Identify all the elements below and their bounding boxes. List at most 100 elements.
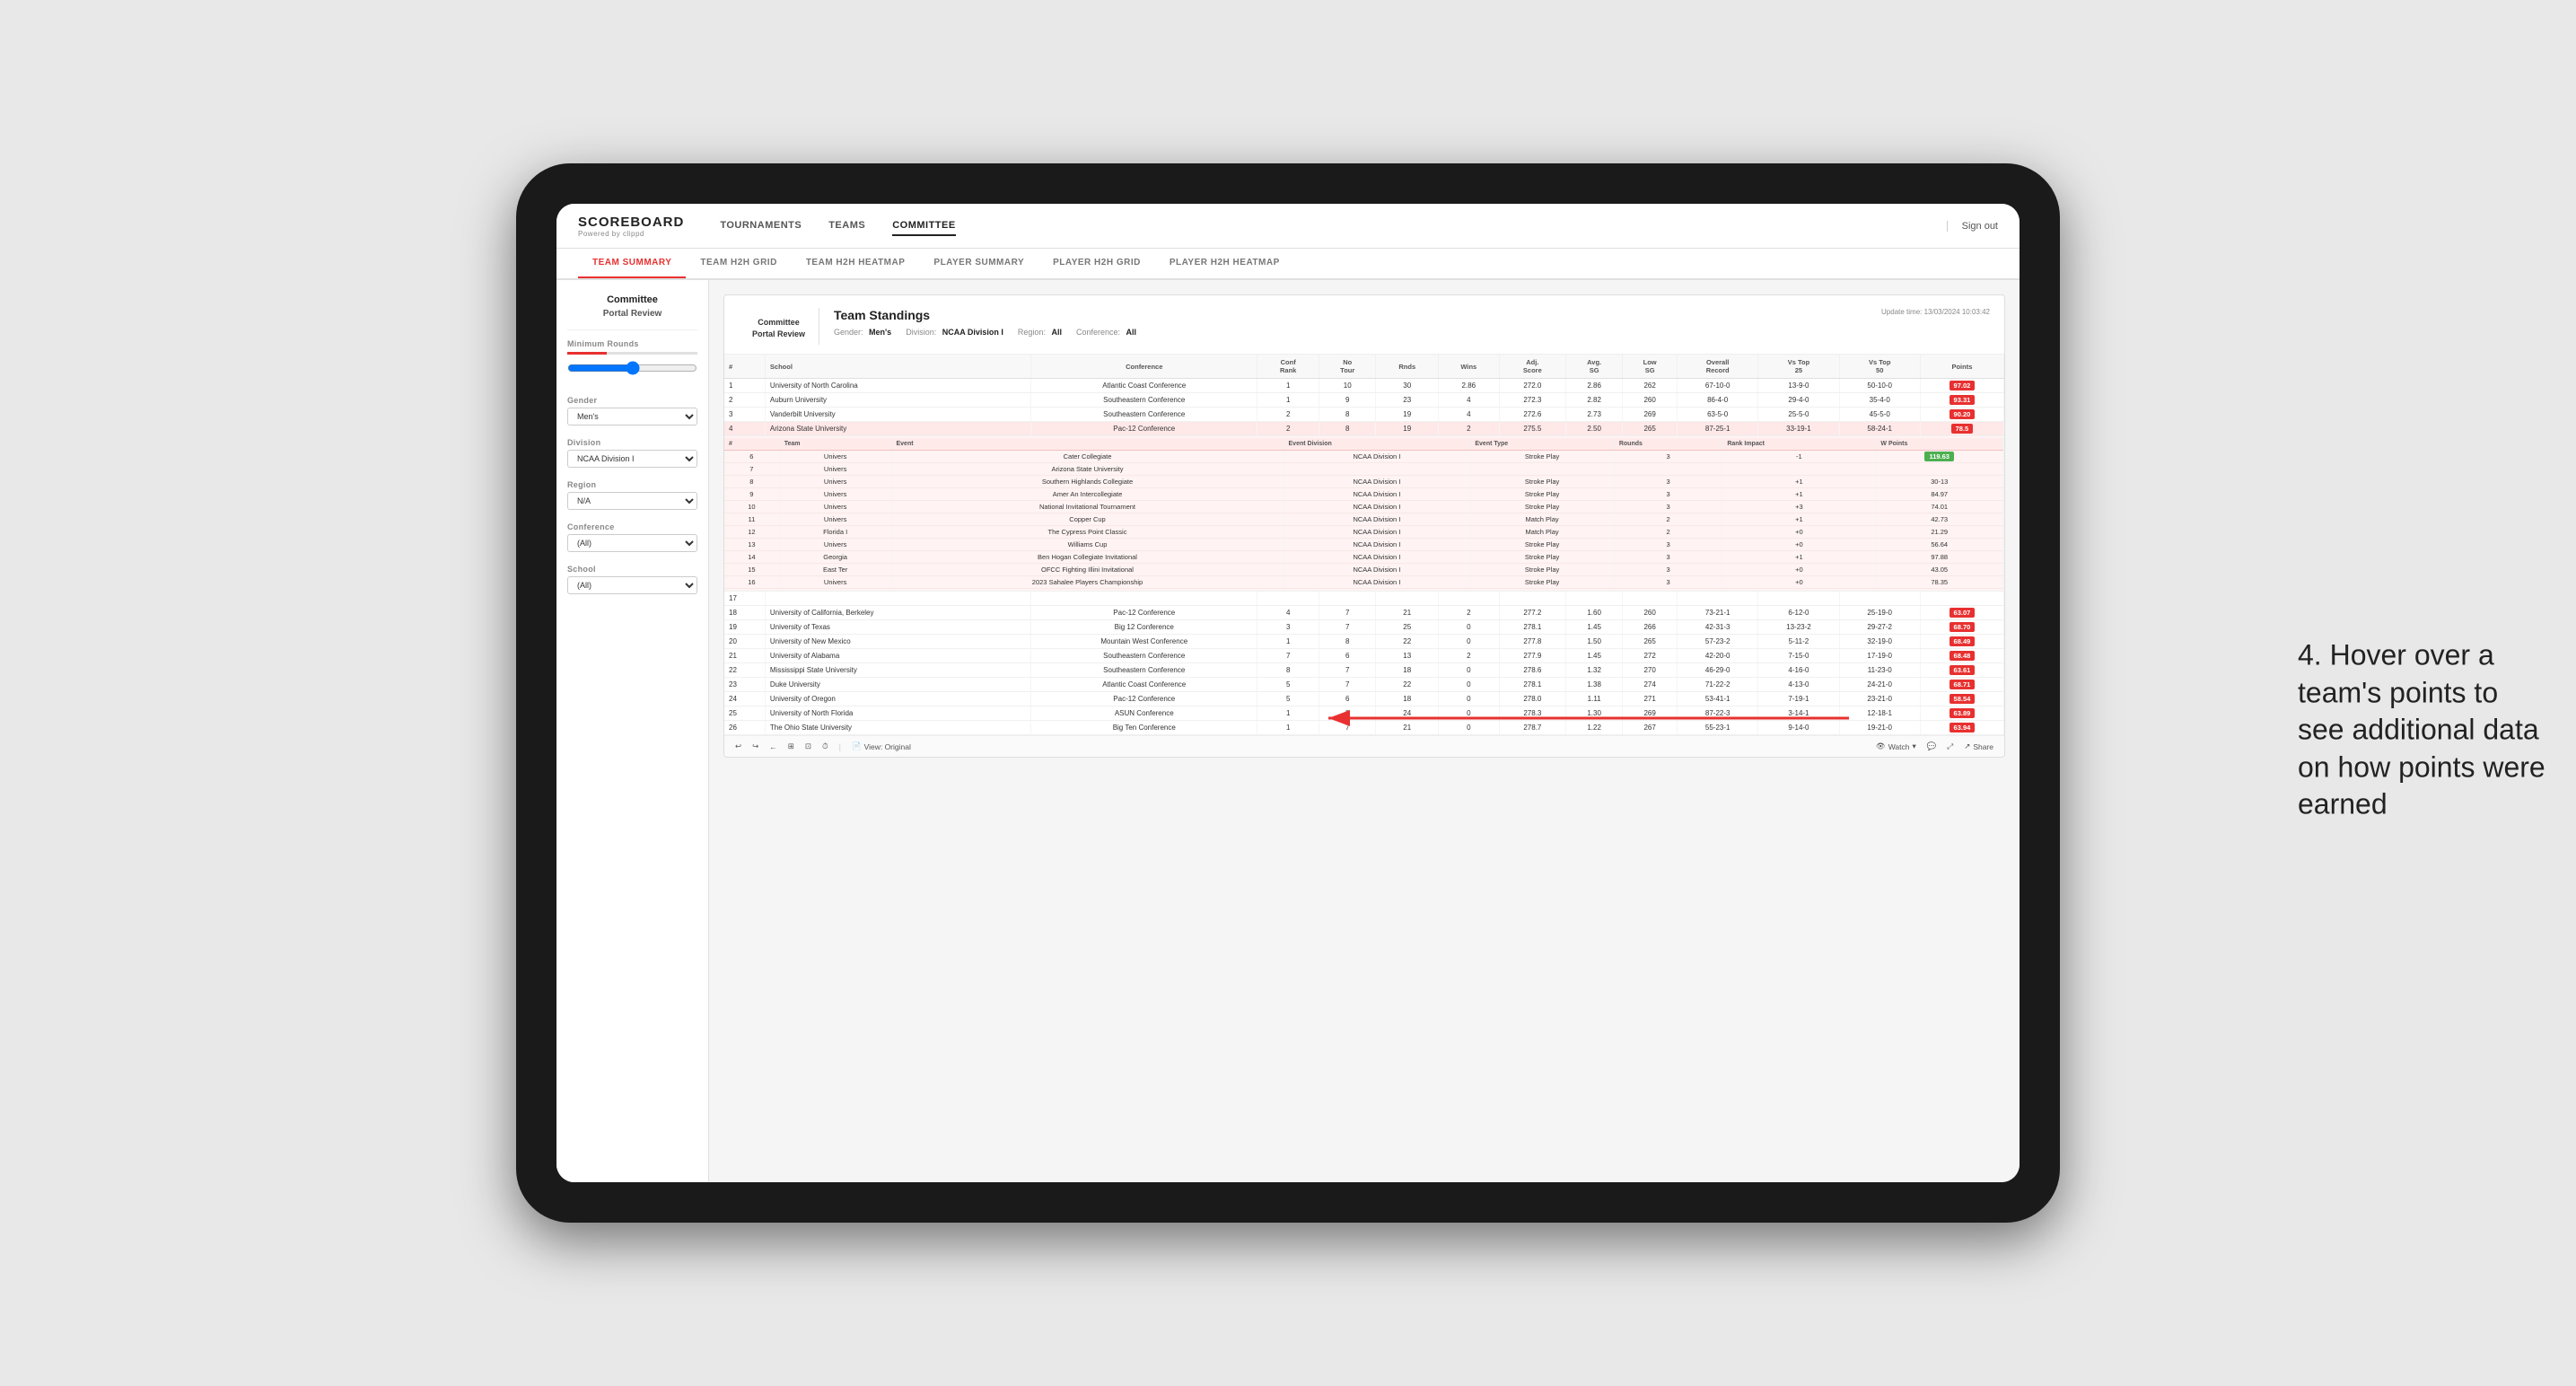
slider-rounds[interactable] bbox=[567, 352, 697, 355]
division-select[interactable]: NCAA Division I NCAA Division II NAIA bbox=[567, 450, 697, 468]
table-row[interactable]: 24University of OregonPac-12 Conference5… bbox=[724, 692, 2004, 706]
sub-table-row[interactable]: 10 Univers National Invitational Tournam… bbox=[724, 501, 2003, 513]
undo-button[interactable]: ↩ bbox=[735, 741, 741, 751]
sub-table-row[interactable]: 9 Univers Amer An Intercollegiate NCAA D… bbox=[724, 488, 2003, 501]
tab-team-h2h-grid[interactable]: TEAM H2H GRID bbox=[686, 249, 791, 278]
sub-table-row[interactable]: 8 Univers Southern Highlands Collegiate … bbox=[724, 476, 2003, 488]
sub-cell-num: 16 bbox=[724, 576, 779, 589]
cell-points[interactable]: 93.31 bbox=[1920, 393, 2003, 408]
tab-player-summary[interactable]: PLAYER SUMMARY bbox=[919, 249, 1038, 278]
table-row[interactable]: 18University of California, BerkeleyPac-… bbox=[724, 606, 2004, 620]
gender-select[interactable]: Men's Women's bbox=[567, 408, 697, 425]
table-row[interactable]: 22Mississippi State UniversitySoutheaste… bbox=[724, 663, 2004, 678]
standings-table: # School Conference ConfRank NoTour Rnds… bbox=[724, 355, 2004, 735]
region-select[interactable]: N/A East West bbox=[567, 492, 697, 510]
cell-points[interactable]: 78.5 bbox=[1920, 422, 2003, 436]
cell-avg-score: 2.50 bbox=[1566, 422, 1623, 436]
sub-cell-event: Copper Cup bbox=[891, 513, 1284, 526]
tab-team-summary[interactable]: TEAM SUMMARY bbox=[578, 249, 686, 278]
school-select[interactable]: (All) bbox=[567, 576, 697, 594]
cell-rank: 17 bbox=[724, 592, 765, 606]
sign-out-button[interactable]: Sign out bbox=[1947, 221, 1998, 232]
sub-table-row[interactable]: 6 Univers Cater Collegiate NCAA Division… bbox=[724, 451, 2003, 463]
sub-col-num: # bbox=[724, 438, 779, 451]
table-row[interactable]: 25University of North FloridaASUN Confer… bbox=[724, 706, 2004, 721]
cell-conference: Pac-12 Conference bbox=[1031, 422, 1257, 436]
sub-cell-division: NCAA Division I bbox=[1284, 526, 1470, 539]
cell-points[interactable]: 97.02 bbox=[1920, 379, 2003, 393]
logo-text: SCOREBOARD bbox=[578, 215, 684, 230]
cell-vs50: 58-24-1 bbox=[1839, 422, 1920, 436]
rounds-slider-input[interactable] bbox=[567, 357, 697, 379]
sub-cell-rounds: 3 bbox=[1614, 501, 1722, 513]
sub-cell-rank: +0 bbox=[1722, 576, 1876, 589]
sub-cell-rounds: 3 bbox=[1614, 576, 1722, 589]
sub-cell-num: 12 bbox=[724, 526, 779, 539]
table-row-highlighted[interactable]: 4 Arizona State University Pac-12 Confer… bbox=[724, 422, 2004, 436]
cell-school bbox=[765, 592, 1030, 606]
nav-tournaments[interactable]: TOURNAMENTS bbox=[720, 216, 802, 236]
cell-vs25: 33-19-1 bbox=[1758, 422, 1839, 436]
sidebar-label-gender: Gender bbox=[567, 396, 697, 405]
sub-table-header: # Team Event Event Division Event Type R… bbox=[724, 438, 2003, 451]
table-row[interactable]: 17 bbox=[724, 592, 2004, 606]
tab-team-h2h-heatmap[interactable]: TEAM H2H HEATMAP bbox=[792, 249, 920, 278]
comment-button[interactable]: 💬 bbox=[1927, 741, 1937, 751]
cell-conf-rank: 2 bbox=[1257, 408, 1319, 422]
update-time: Update time: 13/03/2024 10:03:42 bbox=[1881, 308, 1990, 316]
report-title-section: Team Standings Gender: Men's Division: N… bbox=[819, 308, 1881, 337]
cell-school: Arizona State University bbox=[765, 422, 1030, 436]
table-row[interactable]: 20University of New MexicoMountain West … bbox=[724, 635, 2004, 649]
share-button[interactable]: ↗ Share bbox=[1964, 741, 1993, 751]
expand-button[interactable]: ⤢ bbox=[1947, 741, 1953, 751]
sub-table-row[interactable]: 11 Univers Copper Cup NCAA Division I Ma… bbox=[724, 513, 2003, 526]
sub-cell-points: 43.05 bbox=[1876, 564, 2003, 576]
sub-table-row[interactable]: 13 Univers Williams Cup NCAA Division I … bbox=[724, 539, 2003, 551]
sub-cell-rounds: 3 bbox=[1614, 451, 1722, 463]
view-original-button[interactable]: 📄 View: Original bbox=[852, 741, 911, 751]
cell-wins: 2 bbox=[1439, 422, 1500, 436]
top-nav: SCOREBOARD Powered by clippd TOURNAMENTS… bbox=[556, 204, 2020, 249]
sub-table-row[interactable]: 12 Florida I The Cypress Point Classic N… bbox=[724, 526, 2003, 539]
points-badge[interactable]: 97.02 bbox=[1950, 381, 1976, 390]
tab-player-h2h-heatmap[interactable]: PLAYER H2H HEATMAP bbox=[1155, 249, 1294, 278]
sub-cell-rounds: 3 bbox=[1614, 564, 1722, 576]
report-header: CommitteePortal Review Team Standings Ge… bbox=[724, 295, 2004, 355]
table-row[interactable]: 1 University of North Carolina Atlantic … bbox=[724, 379, 2004, 393]
table-row[interactable]: 23Duke UniversityAtlantic Coast Conferen… bbox=[724, 678, 2004, 692]
nav-committee[interactable]: COMMITTEE bbox=[892, 216, 956, 236]
sub-cell-points: 78.35 bbox=[1876, 576, 2003, 589]
sidebar-section-conference: Conference (All) bbox=[567, 522, 697, 552]
cell-tours: 10 bbox=[1319, 379, 1376, 393]
filter-conference-value: All bbox=[1126, 328, 1137, 337]
sub-table-row[interactable]: 16 Univers 2023 Sahalee Players Champion… bbox=[724, 576, 2003, 589]
tablet-frame: SCOREBOARD Powered by clippd TOURNAMENTS… bbox=[516, 163, 2060, 1223]
toolbar-time[interactable]: ⏱ bbox=[822, 741, 828, 751]
conference-select[interactable]: (All) bbox=[567, 534, 697, 552]
table-row[interactable]: 21University of AlabamaSoutheastern Conf… bbox=[724, 649, 2004, 663]
watch-button[interactable]: 👁 Watch ▾ bbox=[1876, 741, 1916, 751]
cell-rnds: 19 bbox=[1376, 408, 1439, 422]
toolbar-copy[interactable]: ⊞ bbox=[788, 741, 794, 751]
cell-rank: 2 bbox=[724, 393, 765, 408]
table-row[interactable]: 19University of TexasBig 12 Conference37… bbox=[724, 620, 2004, 635]
points-badge[interactable]: 90.20 bbox=[1950, 409, 1976, 419]
points-badge-highlighted[interactable]: 78.5 bbox=[1951, 424, 1974, 434]
cell-points[interactable]: 90.20 bbox=[1920, 408, 2003, 422]
table-row[interactable]: 2 Auburn University Southeastern Confere… bbox=[724, 393, 2004, 408]
sub-cell-division: NCAA Division I bbox=[1284, 513, 1470, 526]
sub-table-row[interactable]: 14 Georgia Ben Hogan Collegiate Invitati… bbox=[724, 551, 2003, 564]
table-row[interactable]: 3 Vanderbilt University Southeastern Con… bbox=[724, 408, 2004, 422]
sub-table-row[interactable]: 7 Univers Arizona State University bbox=[724, 463, 2003, 476]
toolbar-filter[interactable]: ⊡ bbox=[805, 741, 811, 751]
sub-cell-rounds: 3 bbox=[1614, 551, 1722, 564]
tab-player-h2h-grid[interactable]: PLAYER H2H GRID bbox=[1038, 249, 1155, 278]
sub-table-row[interactable]: 15 East Ter OFCC Fighting Illini Invitat… bbox=[724, 564, 2003, 576]
points-badge[interactable]: 93.31 bbox=[1950, 395, 1976, 405]
nav-teams[interactable]: TEAMS bbox=[828, 216, 865, 236]
redo-button[interactable]: ↪ bbox=[752, 741, 758, 751]
sidebar-label-conference: Conference bbox=[567, 522, 697, 531]
sub-cell-team: Univers bbox=[779, 488, 891, 501]
back-button[interactable]: ← bbox=[769, 742, 777, 751]
table-row[interactable]: 26The Ohio State UniversityBig Ten Confe… bbox=[724, 721, 2004, 735]
